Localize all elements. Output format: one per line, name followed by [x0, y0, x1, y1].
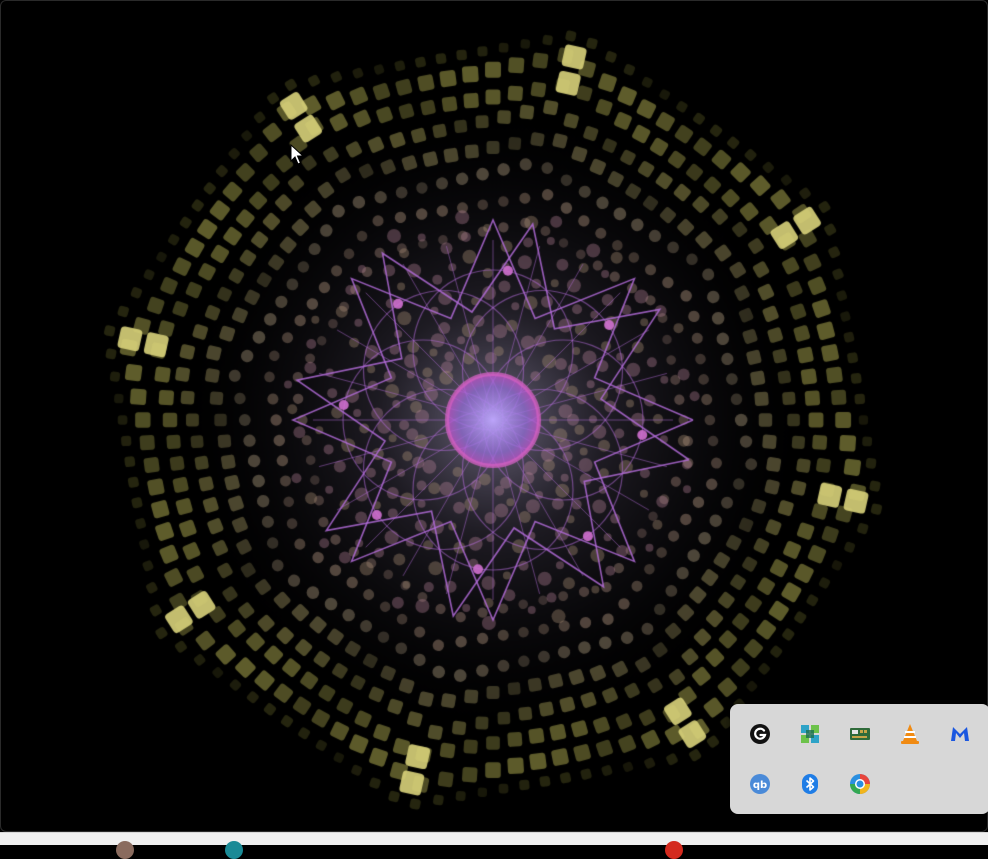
mouse-cursor-icon [290, 144, 304, 165]
network-card-icon[interactable] [848, 722, 872, 746]
grammarly-icon[interactable] [748, 722, 772, 746]
taskbar [0, 832, 988, 859]
vlc-icon[interactable] [898, 722, 922, 746]
malwarebytes-icon[interactable] [948, 722, 972, 746]
qbittorrent-icon[interactable]: qb [748, 772, 772, 796]
system-tray-overflow: qb [730, 704, 988, 814]
edge-browser-icon[interactable] [848, 772, 872, 796]
app-grid-icon[interactable] [798, 722, 822, 746]
bluetooth-icon[interactable] [798, 772, 822, 796]
svg-text:qb: qb [753, 780, 767, 791]
